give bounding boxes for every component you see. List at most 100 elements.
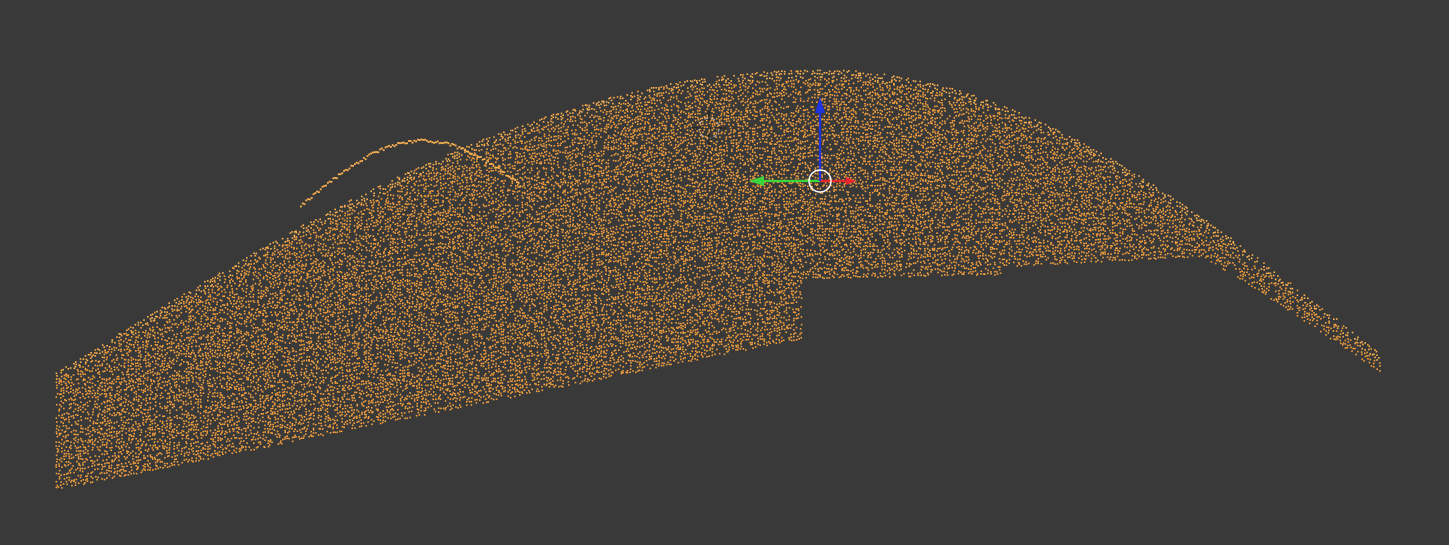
point bbox=[348, 311, 350, 313]
point bbox=[85, 440, 87, 442]
point bbox=[56, 487, 58, 489]
point bbox=[299, 400, 301, 402]
point bbox=[213, 286, 215, 288]
point bbox=[285, 244, 287, 246]
point bbox=[161, 339, 163, 341]
point bbox=[320, 228, 322, 230]
point bbox=[271, 314, 273, 316]
point bbox=[244, 320, 246, 322]
viewport-canvas[interactable] bbox=[0, 0, 1449, 545]
point bbox=[336, 432, 338, 434]
point bbox=[224, 348, 226, 350]
point bbox=[161, 440, 163, 442]
point bbox=[111, 402, 113, 404]
point bbox=[296, 256, 298, 258]
point bbox=[265, 388, 267, 390]
point bbox=[298, 316, 300, 318]
point bbox=[317, 227, 319, 229]
point bbox=[347, 211, 349, 213]
point bbox=[253, 253, 255, 255]
point bbox=[156, 389, 158, 391]
point bbox=[317, 332, 319, 334]
point bbox=[346, 378, 348, 380]
point bbox=[135, 359, 137, 361]
point bbox=[178, 348, 180, 350]
point bbox=[276, 343, 278, 345]
point bbox=[325, 344, 327, 346]
point bbox=[64, 375, 66, 377]
point bbox=[157, 364, 159, 366]
point bbox=[114, 396, 116, 398]
point bbox=[229, 429, 231, 431]
point bbox=[358, 240, 360, 242]
point bbox=[315, 272, 317, 274]
point bbox=[193, 358, 195, 360]
point bbox=[117, 467, 119, 469]
point bbox=[323, 261, 325, 263]
point bbox=[241, 275, 243, 277]
point bbox=[156, 311, 158, 313]
point bbox=[281, 348, 283, 350]
point bbox=[306, 305, 308, 307]
point bbox=[109, 409, 111, 411]
point bbox=[109, 392, 111, 394]
point bbox=[253, 420, 255, 422]
point bbox=[364, 227, 366, 229]
point bbox=[289, 242, 291, 244]
point bbox=[318, 308, 320, 310]
point bbox=[317, 314, 319, 316]
point bbox=[138, 373, 140, 375]
point bbox=[361, 275, 363, 277]
point bbox=[56, 417, 58, 419]
point bbox=[161, 392, 163, 394]
point bbox=[140, 434, 142, 436]
point bbox=[225, 307, 227, 309]
point bbox=[241, 445, 243, 447]
point bbox=[327, 233, 329, 235]
point bbox=[248, 367, 250, 369]
point bbox=[203, 379, 205, 381]
point bbox=[325, 404, 327, 406]
point bbox=[174, 428, 176, 430]
point bbox=[198, 289, 200, 291]
point bbox=[221, 427, 223, 429]
point bbox=[195, 340, 197, 342]
point bbox=[344, 248, 346, 250]
point bbox=[221, 432, 223, 434]
point bbox=[149, 407, 151, 409]
point bbox=[303, 250, 305, 252]
point bbox=[236, 340, 238, 342]
point bbox=[238, 409, 240, 411]
point bbox=[228, 347, 230, 349]
point bbox=[154, 318, 156, 320]
point-cloud-object[interactable] bbox=[55, 70, 1380, 489]
point bbox=[156, 344, 158, 346]
point bbox=[355, 349, 357, 351]
point bbox=[346, 375, 348, 377]
point bbox=[224, 336, 226, 338]
point bbox=[145, 404, 147, 406]
point bbox=[210, 357, 212, 359]
3d-viewport[interactable] bbox=[0, 0, 1449, 545]
point bbox=[80, 477, 82, 479]
point bbox=[356, 285, 358, 287]
point bbox=[92, 411, 94, 413]
point bbox=[293, 275, 295, 277]
point bbox=[300, 415, 302, 417]
point bbox=[220, 317, 222, 319]
point bbox=[328, 426, 330, 428]
point bbox=[274, 350, 276, 352]
point bbox=[225, 292, 227, 294]
point bbox=[258, 353, 260, 355]
point bbox=[75, 391, 77, 393]
point bbox=[322, 255, 324, 257]
point bbox=[283, 329, 285, 331]
point bbox=[248, 434, 250, 436]
point bbox=[341, 211, 343, 213]
point bbox=[293, 248, 295, 250]
point bbox=[116, 442, 118, 444]
point bbox=[337, 250, 339, 252]
point bbox=[195, 345, 197, 347]
point bbox=[339, 354, 341, 356]
point bbox=[206, 343, 208, 345]
